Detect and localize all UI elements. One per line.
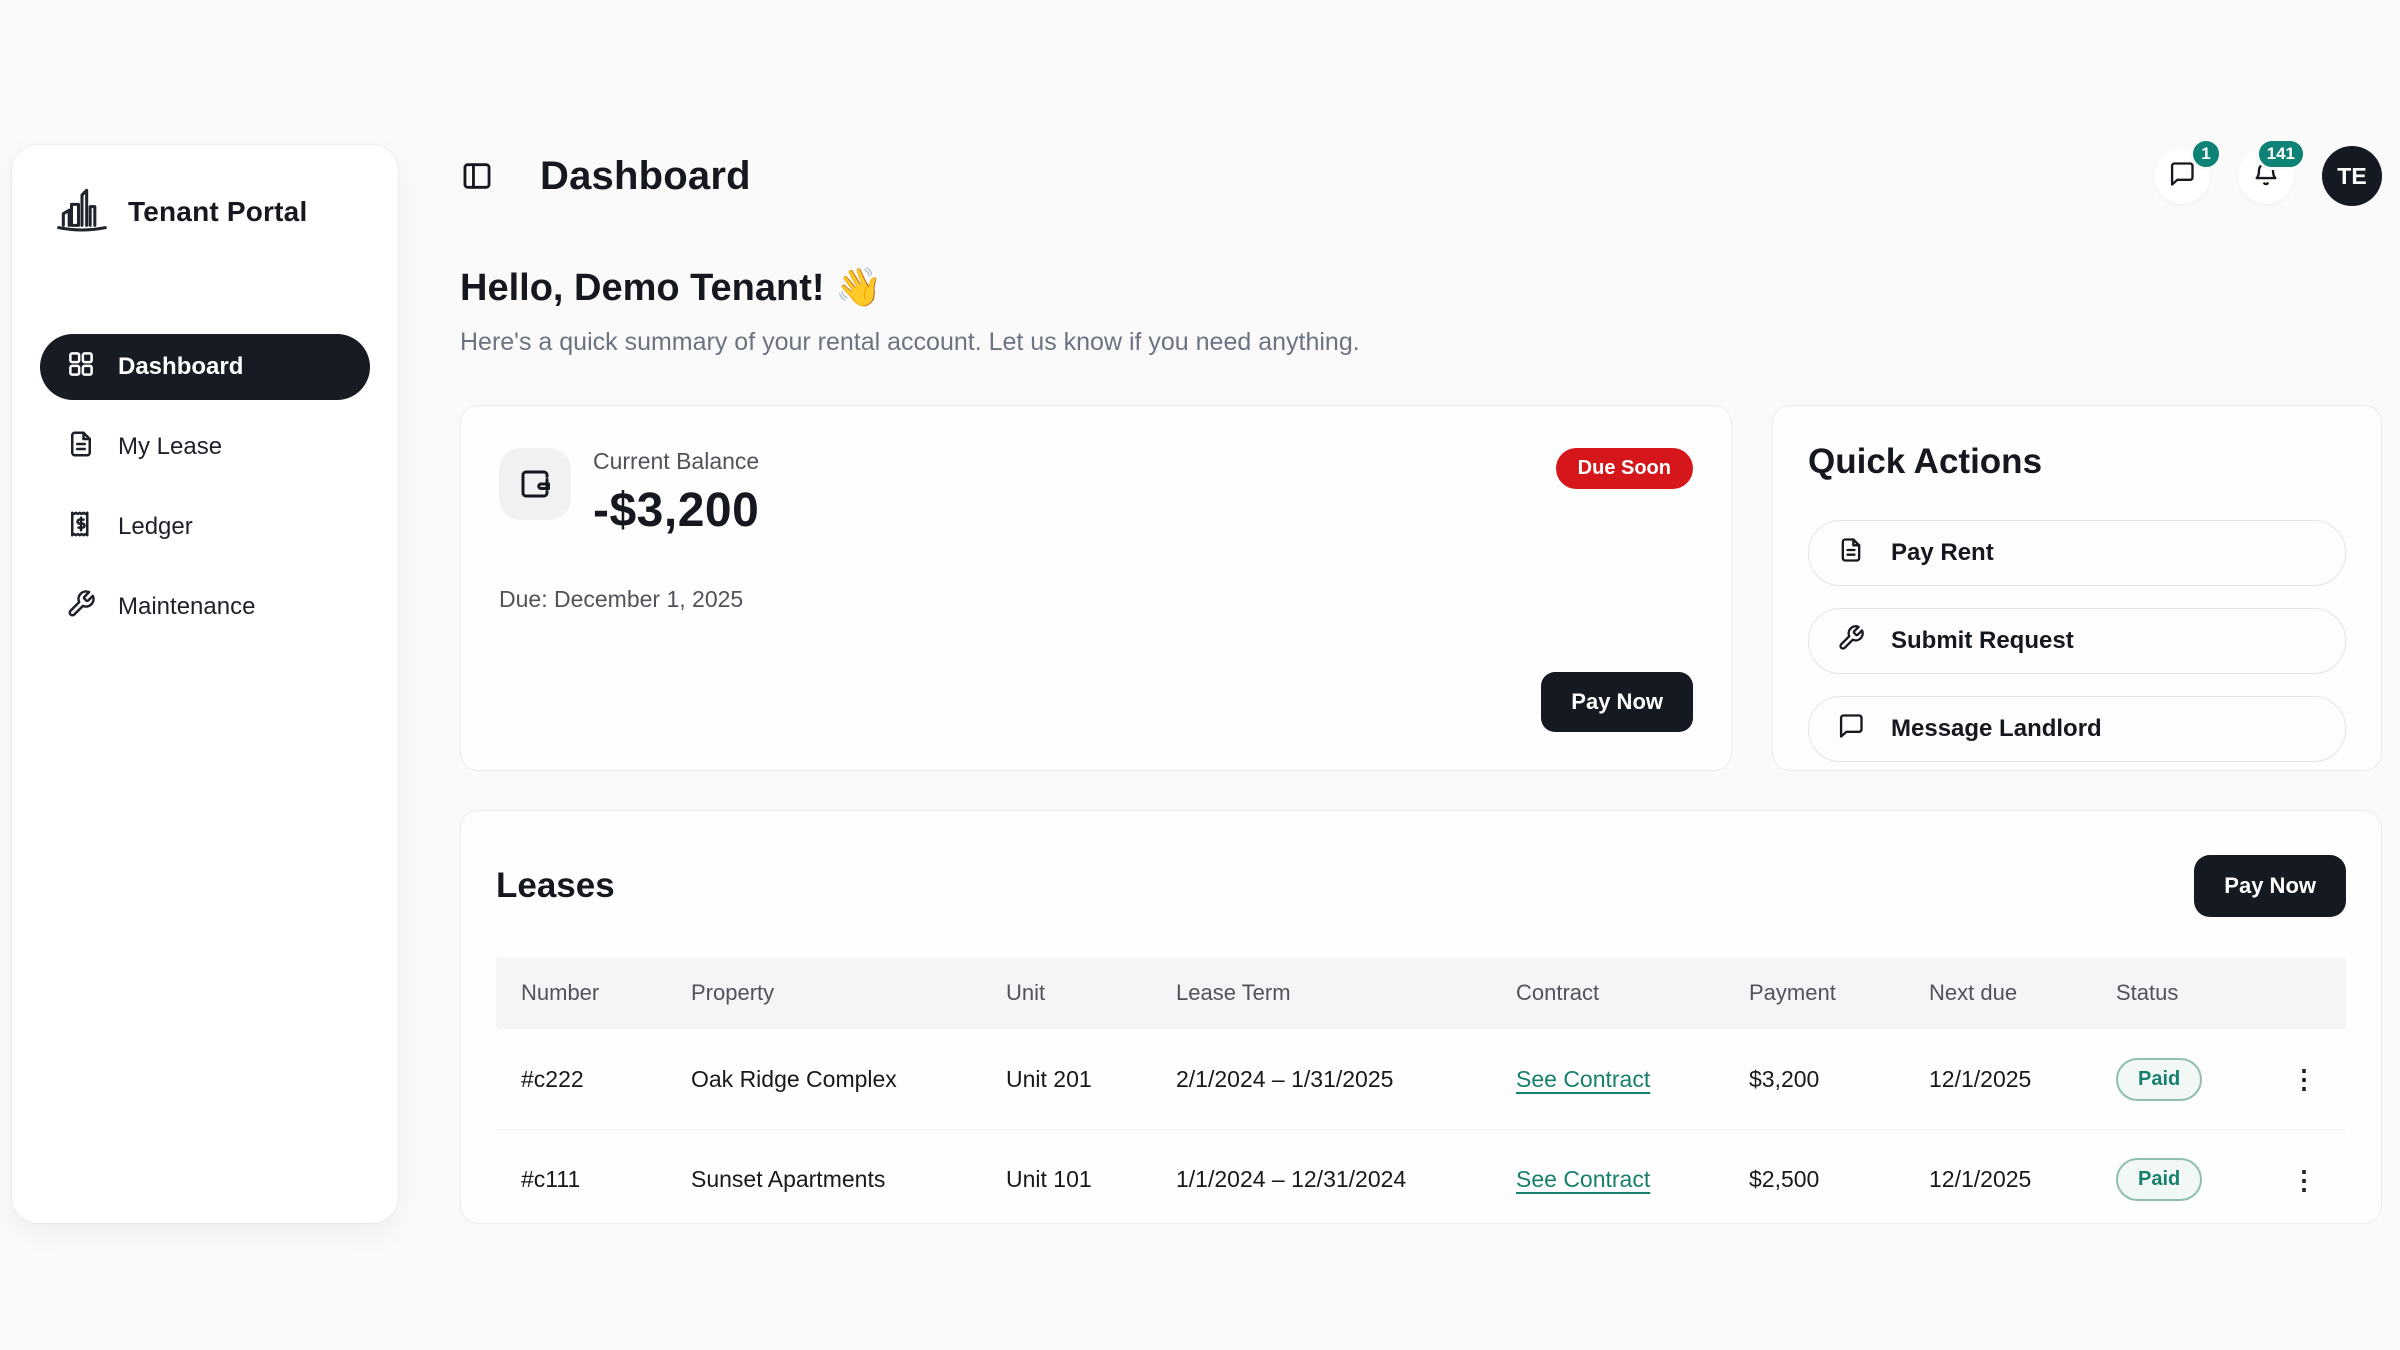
chat-icon — [1837, 712, 1865, 747]
sidebar-nav: Dashboard My Lease Ledger — [40, 334, 370, 640]
column-header: Payment — [1749, 980, 1929, 1006]
lease-property: Sunset Apartments — [691, 1166, 1006, 1193]
due-date-text: Due: December 1, 2025 — [499, 586, 1693, 613]
messages-button[interactable]: 1 — [2154, 148, 2210, 204]
sidebar-toggle-icon[interactable] — [460, 159, 494, 193]
lease-payment: $3,200 — [1749, 1066, 1929, 1093]
column-header: Property — [691, 980, 1006, 1006]
sidebar-item-maintenance[interactable]: Maintenance — [40, 574, 370, 640]
document-icon — [1837, 536, 1865, 571]
lease-payment: $2,500 — [1749, 1166, 1929, 1193]
lease-unit: Unit 201 — [1006, 1066, 1176, 1093]
lease-unit: Unit 101 — [1006, 1166, 1176, 1193]
sidebar: Tenant Portal Dashboard — [12, 145, 398, 1223]
row-menu-button[interactable]: ⋮ — [2291, 1167, 2325, 1193]
column-header: Lease Term — [1176, 980, 1516, 1006]
quick-actions-card: Quick Actions Pay Rent Submit Request — [1772, 405, 2382, 771]
wallet-icon — [499, 448, 571, 520]
buildings-logo-icon — [54, 181, 110, 242]
status-badge: Paid — [2116, 1158, 2202, 1201]
chat-icon — [2168, 160, 2196, 193]
due-soon-badge: Due Soon — [1556, 448, 1693, 489]
row-menu-button[interactable]: ⋮ — [2291, 1066, 2325, 1092]
sidebar-item-label: My Lease — [118, 433, 222, 461]
lease-next-due: 12/1/2025 — [1929, 1166, 2116, 1193]
document-icon — [66, 429, 96, 466]
lease-term: 1/1/2024 – 12/31/2024 — [1176, 1166, 1516, 1193]
pay-rent-button[interactable]: Pay Rent — [1808, 520, 2346, 586]
brand-name: Tenant Portal — [128, 196, 307, 228]
lease-next-due: 12/1/2025 — [1929, 1066, 2116, 1093]
quick-action-label: Pay Rent — [1891, 539, 1994, 567]
sidebar-item-my-lease[interactable]: My Lease — [40, 414, 370, 480]
sidebar-item-label: Ledger — [118, 513, 193, 541]
column-header: Next due — [1929, 980, 2116, 1006]
balance-label: Current Balance — [593, 448, 759, 475]
see-contract-link[interactable]: See Contract — [1516, 1166, 1650, 1192]
wrench-icon — [66, 589, 96, 626]
quick-action-label: Submit Request — [1891, 627, 2074, 655]
table-header-row: Number Property Unit Lease Term Contract… — [496, 957, 2346, 1029]
submit-request-button[interactable]: Submit Request — [1808, 608, 2346, 674]
column-header: Number — [521, 980, 691, 1006]
sidebar-item-dashboard[interactable]: Dashboard — [40, 334, 370, 400]
column-header: Unit — [1006, 980, 1176, 1006]
balance-amount: -$3,200 — [593, 483, 759, 538]
leases-title: Leases — [496, 866, 615, 906]
table-row: #c222 Oak Ridge Complex Unit 201 2/1/202… — [496, 1029, 2346, 1129]
lease-property: Oak Ridge Complex — [691, 1066, 1006, 1093]
receipt-icon — [66, 509, 96, 546]
page-title: Dashboard — [540, 154, 751, 199]
sidebar-item-label: Dashboard — [118, 353, 243, 381]
top-actions: 1 141 TE — [2154, 146, 2382, 206]
lease-term: 2/1/2024 – 1/31/2025 — [1176, 1066, 1516, 1093]
brand: Tenant Portal — [40, 181, 370, 242]
balance-card: Current Balance -$3,200 Due Soon Due: De… — [460, 405, 1732, 771]
sidebar-item-label: Maintenance — [118, 593, 255, 621]
lease-number: #c111 — [521, 1166, 691, 1193]
dashboard-grid-icon — [66, 349, 96, 386]
quick-action-label: Message Landlord — [1891, 715, 2102, 743]
status-badge: Paid — [2116, 1058, 2202, 1101]
messages-count-badge: 1 — [2190, 138, 2222, 170]
avatar[interactable]: TE — [2322, 146, 2382, 206]
leases-pay-now-button[interactable]: Pay Now — [2194, 855, 2346, 917]
sidebar-item-ledger[interactable]: Ledger — [40, 494, 370, 560]
notifications-count-badge: 141 — [2256, 138, 2306, 170]
leases-card: Leases Pay Now Number Property Unit Leas… — [460, 810, 2382, 1224]
column-header: Status — [2116, 980, 2291, 1006]
topbar: Dashboard 1 141 TE — [460, 140, 2382, 212]
greeting: Hello, Demo Tenant! 👋 Here's a quick sum… — [460, 266, 1360, 357]
wrench-icon — [1837, 624, 1865, 659]
greeting-subtitle: Here's a quick summary of your rental ac… — [460, 328, 1360, 357]
notifications-button[interactable]: 141 — [2238, 148, 2294, 204]
leases-table: Number Property Unit Lease Term Contract… — [496, 957, 2346, 1224]
message-landlord-button[interactable]: Message Landlord — [1808, 696, 2346, 762]
pay-now-button[interactable]: Pay Now — [1541, 672, 1693, 732]
see-contract-link[interactable]: See Contract — [1516, 1066, 1650, 1092]
table-row: #c111 Sunset Apartments Unit 101 1/1/202… — [496, 1129, 2346, 1224]
quick-actions-title: Quick Actions — [1808, 442, 2346, 482]
column-header: Contract — [1516, 980, 1749, 1006]
lease-number: #c222 — [521, 1066, 691, 1093]
greeting-title: Hello, Demo Tenant! 👋 — [460, 266, 1360, 310]
